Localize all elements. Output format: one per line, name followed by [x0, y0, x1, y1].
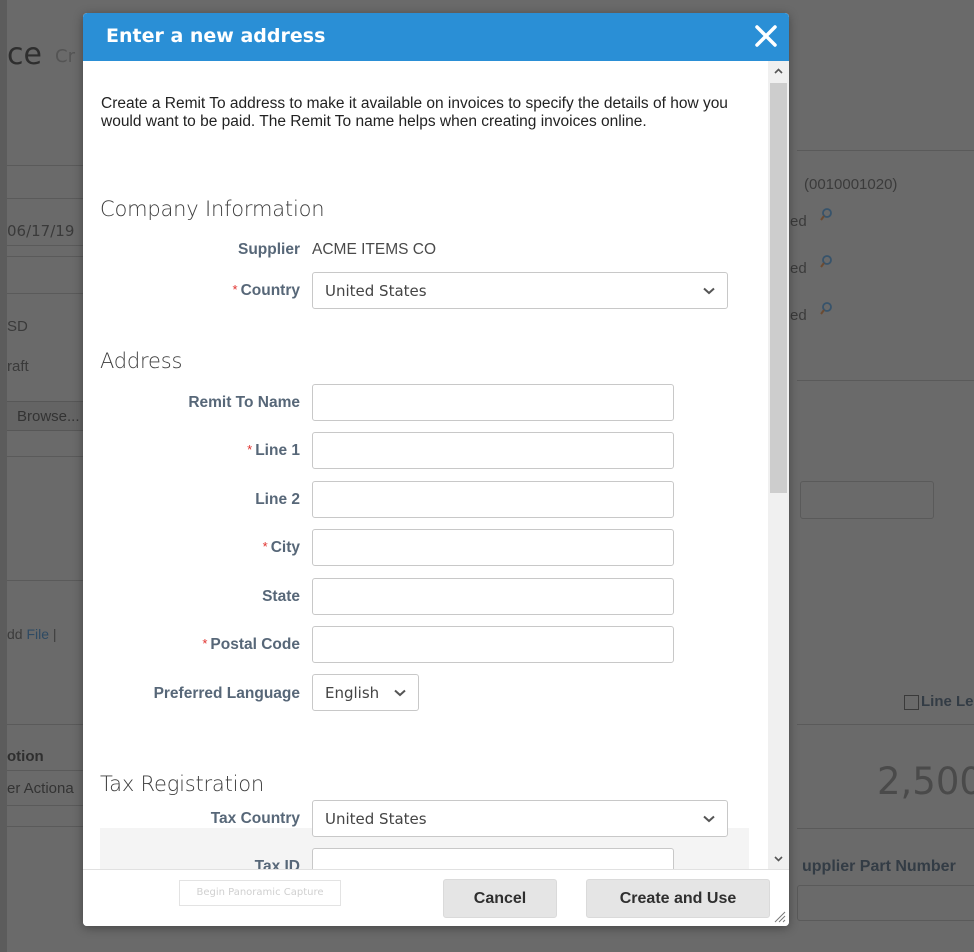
line1-label: * Line 1 — [247, 442, 300, 460]
line2-label: Line 2 — [255, 491, 300, 508]
intro-text: Create a Remit To address to make it ava… — [101, 95, 728, 130]
dialog-title: Enter a new address — [106, 25, 326, 47]
dialog-scrollbar[interactable] — [768, 61, 789, 869]
bg-divider — [7, 245, 87, 246]
country-select-value: United States — [325, 282, 427, 300]
chevron-down-icon — [394, 689, 406, 697]
tax-country-value: United States — [325, 810, 427, 828]
preferred-language-value: English — [325, 684, 380, 702]
section-address: Address — [100, 349, 183, 373]
city-input[interactable] — [312, 529, 674, 566]
bg-supplier-part-number-label: upplier Part Number — [802, 858, 956, 875]
bg-divider — [797, 724, 974, 725]
dialog-footer: Begin Panoramic Capture Cancel Create an… — [83, 869, 789, 926]
required-marker: * — [202, 636, 208, 651]
bg-supplier-part-number-field — [797, 885, 974, 921]
line1-input[interactable] — [312, 432, 674, 469]
bg-line-level-checkbox — [904, 695, 919, 710]
state-input[interactable] — [312, 578, 674, 615]
city-label: * City — [263, 539, 300, 557]
bg-input-field — [800, 481, 934, 519]
bg-status: raft — [7, 358, 29, 375]
magnifier-icon — [820, 208, 832, 221]
bg-divider — [797, 150, 974, 151]
preferred-language-select[interactable]: English — [312, 674, 419, 711]
bg-field-value: ed — [790, 260, 807, 277]
bg-divider — [7, 770, 87, 771]
bg-divider — [7, 826, 87, 827]
line1-label-text: Line 1 — [255, 442, 300, 459]
bg-currency: SD — [7, 318, 28, 335]
bg-divider — [7, 580, 87, 581]
chevron-down-icon — [774, 856, 783, 862]
dialog-body: Create a Remit To address to make it ava… — [83, 61, 768, 869]
resize-grip-icon[interactable] — [772, 909, 786, 923]
line2-input[interactable] — [312, 481, 674, 518]
country-select[interactable]: United States — [312, 272, 728, 309]
bg-add-file: dd File | — [7, 626, 57, 642]
bg-divider — [7, 256, 87, 257]
bg-add-file-link: File — [26, 626, 50, 642]
scrollbar-thumb[interactable] — [770, 83, 787, 493]
country-label-text: Country — [240, 282, 300, 299]
supplier-label: Supplier — [237, 241, 300, 258]
country-label: * Country — [233, 282, 300, 300]
bg-divider — [7, 805, 87, 806]
create-and-use-button[interactable]: Create and Use — [586, 879, 770, 918]
city-label-text: City — [270, 539, 300, 556]
bg-row-value: er Actiona — [7, 780, 74, 797]
state-label: State — [262, 588, 300, 605]
bg-page-subtitle: Cr — [55, 46, 75, 67]
tax-country-select[interactable]: United States — [312, 800, 728, 837]
cancel-button[interactable]: Cancel — [443, 879, 557, 918]
postal-code-label: * Postal Code — [202, 636, 300, 654]
bg-divider — [7, 165, 87, 166]
preferred-language-label: Preferred Language — [153, 685, 300, 702]
remit-to-name-label: Remit To Name — [188, 394, 300, 411]
close-button[interactable] — [751, 21, 781, 51]
scroll-down-button[interactable] — [768, 849, 789, 869]
chevron-down-icon — [703, 287, 715, 295]
bg-divider — [7, 293, 87, 294]
tax-id-label: Tax ID — [254, 858, 300, 869]
bg-page-title: ce — [7, 37, 42, 72]
bg-invoice-date: 06/17/19 — [7, 222, 75, 240]
chevron-down-icon — [703, 815, 715, 823]
bg-amount: 2,500. — [877, 760, 974, 803]
required-marker: * — [232, 282, 238, 297]
remit-to-name-input[interactable] — [312, 384, 674, 421]
bg-divider — [7, 456, 87, 457]
magnifier-icon — [820, 302, 832, 315]
close-icon — [755, 25, 777, 47]
dialog-header: Enter a new address — [83, 13, 789, 61]
bg-field-value: ed — [790, 307, 807, 324]
chevron-up-icon — [774, 68, 783, 74]
tax-id-input[interactable] — [312, 848, 674, 869]
bg-add-file-separator: | — [52, 626, 57, 642]
postal-code-label-text: Postal Code — [210, 636, 300, 653]
bg-field-value: ed — [790, 213, 807, 230]
supplier-value: ACME ITEMS CO — [312, 241, 437, 258]
bg-column-header: otion — [7, 748, 44, 765]
section-company-information: Company Information — [100, 197, 325, 221]
bg-divider — [797, 828, 974, 829]
postal-code-input[interactable] — [312, 626, 674, 663]
bg-account-code: (0010001020) — [804, 176, 898, 193]
bg-add-file-prefix: dd — [7, 626, 23, 642]
new-address-dialog: Enter a new address Create a Remit To ad… — [83, 13, 789, 926]
tax-country-label: Tax Country — [210, 810, 300, 827]
scroll-up-button[interactable] — [768, 61, 789, 81]
magnifier-icon — [820, 255, 832, 268]
bg-line-level-label: Line Le — [921, 693, 974, 710]
bg-divider — [7, 724, 87, 725]
section-tax-registration: Tax Registration — [100, 772, 265, 796]
required-marker: * — [247, 442, 253, 457]
bg-divider — [797, 380, 974, 381]
required-marker: * — [262, 539, 268, 554]
bg-divider — [7, 198, 87, 199]
begin-panoramic-capture-button[interactable]: Begin Panoramic Capture — [179, 880, 341, 906]
